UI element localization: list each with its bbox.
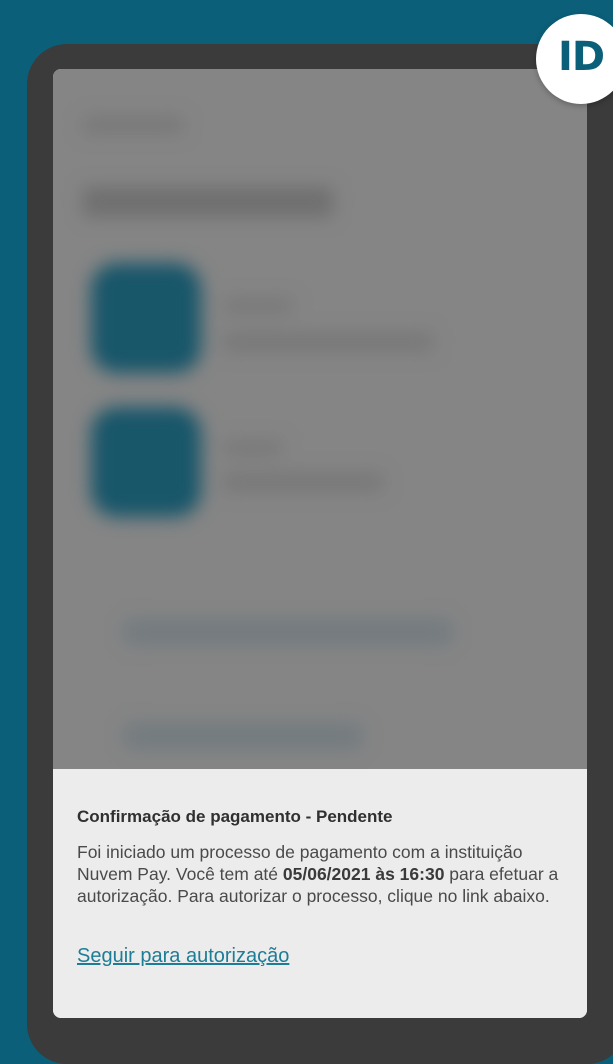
blurred-tile-label bbox=[223, 299, 293, 313]
notification-deadline: 05/06/2021 às 16:30 bbox=[282, 864, 445, 884]
blurred-tile-label bbox=[223, 473, 383, 491]
blurred-button bbox=[123, 723, 363, 749]
blurred-title-text bbox=[83, 187, 333, 217]
notification-sheet: Confirmação de pagamento - Pendente Foi … bbox=[53, 769, 587, 1018]
blurred-button bbox=[123, 619, 453, 645]
blurred-background-content bbox=[53, 69, 587, 769]
notification-body: Foi iniciado um processo de pagamento co… bbox=[77, 841, 565, 907]
blurred-header-text bbox=[83, 117, 183, 133]
id-badge-label: ID bbox=[558, 34, 605, 80]
blurred-tile-label bbox=[223, 333, 433, 351]
blurred-app-tile bbox=[91, 263, 201, 373]
blurred-tile-label bbox=[223, 441, 283, 455]
notification-title: Confirmação de pagamento - Pendente bbox=[77, 807, 393, 826]
phone-screen: Confirmação de pagamento - Pendente Foi … bbox=[53, 69, 587, 1018]
blurred-placeholder-group bbox=[53, 69, 587, 769]
blurred-app-tile bbox=[91, 407, 201, 517]
authorize-link[interactable]: Seguir para autorização bbox=[77, 945, 289, 968]
